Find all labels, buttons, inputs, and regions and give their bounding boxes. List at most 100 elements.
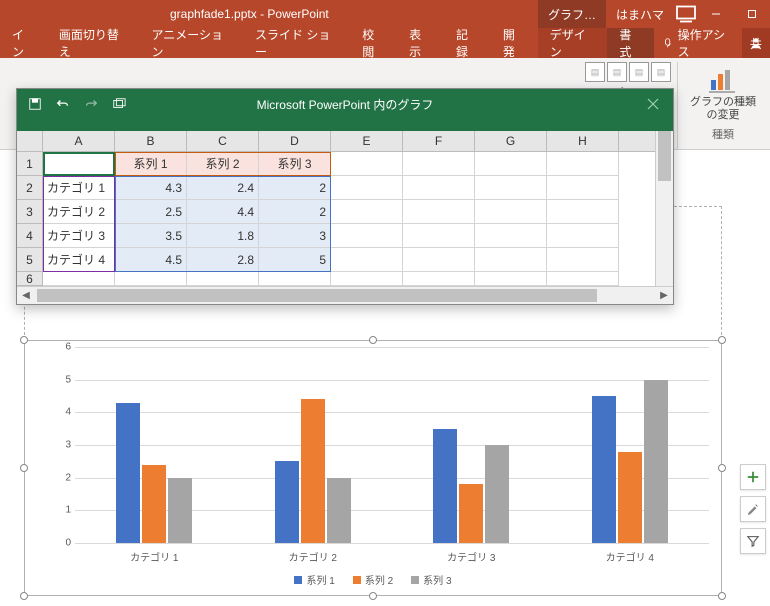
- spreadsheet[interactable]: A B C D E F G H 1 2 3 4 5 6: [17, 131, 673, 304]
- bar-series-3[interactable]: [644, 380, 668, 543]
- col-header[interactable]: F: [403, 131, 475, 151]
- cell[interactable]: [547, 248, 619, 272]
- cell[interactable]: 2: [259, 200, 331, 224]
- data-gallery-icon[interactable]: ▤: [629, 62, 649, 82]
- col-header[interactable]: A: [43, 131, 115, 151]
- maximize-button[interactable]: [734, 0, 770, 28]
- resize-handle[interactable]: [20, 592, 28, 600]
- redo-icon[interactable]: [79, 92, 103, 116]
- resize-handle[interactable]: [718, 464, 726, 472]
- col-header[interactable]: B: [115, 131, 187, 151]
- tab-chart-format[interactable]: 書式: [607, 28, 654, 58]
- bar-series-3[interactable]: [168, 478, 192, 543]
- cell[interactable]: [331, 152, 403, 176]
- tab-animations[interactable]: アニメーション: [139, 28, 243, 58]
- minimize-button[interactable]: [698, 0, 734, 28]
- tab-view[interactable]: 表示: [397, 28, 444, 58]
- cell[interactable]: [403, 176, 475, 200]
- cell[interactable]: 2.8: [187, 248, 259, 272]
- bar-series-3[interactable]: [485, 445, 509, 543]
- cell[interactable]: [331, 224, 403, 248]
- cell[interactable]: [403, 224, 475, 248]
- cell[interactable]: [43, 152, 115, 176]
- resize-handle[interactable]: [20, 336, 28, 344]
- ribbon-display-options-icon[interactable]: [674, 2, 698, 26]
- cell[interactable]: カテゴリ 3: [43, 224, 115, 248]
- cell[interactable]: [547, 224, 619, 248]
- tab-developer[interactable]: 開発: [491, 28, 538, 58]
- legend-item[interactable]: 系列 2: [353, 572, 393, 587]
- scroll-left-icon[interactable]: ◀: [17, 287, 35, 304]
- tab-insert-partial[interactable]: イン: [0, 28, 47, 58]
- data-window-titlebar[interactable]: Microsoft PowerPoint 内のグラフ: [17, 89, 673, 119]
- cell[interactable]: [475, 200, 547, 224]
- tab-chart-design[interactable]: デザイン: [538, 28, 608, 58]
- resize-handle[interactable]: [20, 464, 28, 472]
- cell[interactable]: [547, 176, 619, 200]
- row-header[interactable]: 2: [17, 176, 43, 200]
- col-header[interactable]: H: [547, 131, 619, 151]
- cell[interactable]: [403, 152, 475, 176]
- cell[interactable]: [475, 152, 547, 176]
- cell[interactable]: [331, 200, 403, 224]
- chart-object[interactable]: 0123456カテゴリ 1カテゴリ 2カテゴリ 3カテゴリ 4 系列 1系列 2…: [24, 340, 722, 596]
- cell[interactable]: [475, 224, 547, 248]
- bar-series-2[interactable]: [459, 484, 483, 543]
- cell[interactable]: 4.5: [115, 248, 187, 272]
- bar-series-1[interactable]: [275, 461, 299, 543]
- cell[interactable]: カテゴリ 2: [43, 200, 115, 224]
- bar-series-1[interactable]: [433, 429, 457, 543]
- cell[interactable]: 4.4: [187, 200, 259, 224]
- row-header[interactable]: 4: [17, 224, 43, 248]
- data-gallery-icon[interactable]: ▤: [607, 62, 627, 82]
- cell[interactable]: [403, 248, 475, 272]
- cell[interactable]: [115, 272, 187, 286]
- resize-handle[interactable]: [718, 592, 726, 600]
- chart-filters-button[interactable]: [740, 528, 766, 554]
- col-header[interactable]: D: [259, 131, 331, 151]
- scrollbar-thumb[interactable]: [37, 289, 597, 302]
- cell[interactable]: 系列 2: [187, 152, 259, 176]
- row-header[interactable]: 1: [17, 152, 43, 176]
- resize-handle[interactable]: [718, 336, 726, 344]
- cell[interactable]: [403, 200, 475, 224]
- cell[interactable]: [475, 248, 547, 272]
- save-icon[interactable]: [23, 92, 47, 116]
- legend-item[interactable]: 系列 1: [294, 572, 334, 587]
- bar-series-1[interactable]: [592, 396, 616, 543]
- tab-review[interactable]: 校閲: [350, 28, 397, 58]
- tab-transitions[interactable]: 画面切り替え: [47, 28, 140, 58]
- bar-series-3[interactable]: [327, 478, 351, 543]
- cell[interactable]: [43, 272, 115, 286]
- cell[interactable]: カテゴリ 1: [43, 176, 115, 200]
- row-header[interactable]: 3: [17, 200, 43, 224]
- scrollbar-thumb[interactable]: [658, 131, 671, 181]
- scroll-right-icon[interactable]: ▶: [655, 287, 673, 304]
- account-name[interactable]: はまハマ: [606, 6, 674, 23]
- cell[interactable]: [331, 272, 403, 286]
- chart-tools-context-tab[interactable]: グラフ…: [538, 0, 606, 28]
- cell[interactable]: [403, 272, 475, 286]
- cell[interactable]: [547, 152, 619, 176]
- select-all-cell[interactable]: [17, 131, 43, 151]
- undo-icon[interactable]: [51, 92, 75, 116]
- cell[interactable]: 3: [259, 224, 331, 248]
- cell[interactable]: [331, 176, 403, 200]
- expand-data-icon[interactable]: [107, 92, 131, 116]
- col-header[interactable]: C: [187, 131, 259, 151]
- cell[interactable]: カテゴリ 4: [43, 248, 115, 272]
- row-header[interactable]: 5: [17, 248, 43, 272]
- cell[interactable]: 系列 1: [115, 152, 187, 176]
- row-header[interactable]: 6: [17, 272, 43, 286]
- tab-slideshow[interactable]: スライド ショー: [243, 28, 350, 58]
- chart-data-window[interactable]: Microsoft PowerPoint 内のグラフ A B C D E F G…: [16, 88, 674, 305]
- cell[interactable]: 4.3: [115, 176, 187, 200]
- cell[interactable]: [187, 272, 259, 286]
- cell[interactable]: 3.5: [115, 224, 187, 248]
- cell[interactable]: [547, 200, 619, 224]
- data-gallery-icon[interactable]: ▤: [651, 62, 671, 82]
- resize-handle[interactable]: [369, 336, 377, 344]
- cell[interactable]: 系列 3: [259, 152, 331, 176]
- cell[interactable]: [547, 272, 619, 286]
- bar-series-2[interactable]: [301, 399, 325, 543]
